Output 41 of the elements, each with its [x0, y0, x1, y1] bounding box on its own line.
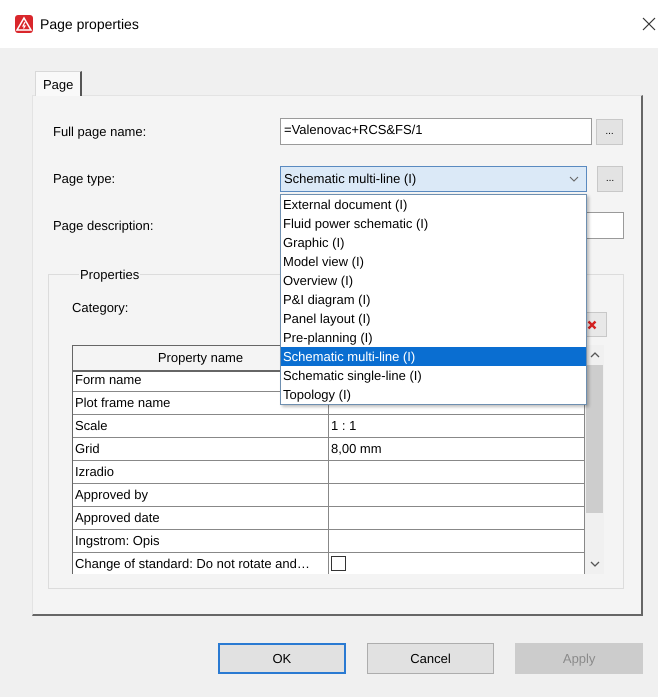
scroll-up-icon[interactable]: [590, 352, 600, 358]
dropdown-option[interactable]: Model view (I): [281, 252, 586, 271]
dropdown-option[interactable]: Graphic (I): [281, 233, 586, 252]
field-label: Full page name:: [52, 124, 148, 139]
table-cell: Scale: [73, 415, 329, 438]
dropdown-option[interactable]: Overview (I): [281, 271, 586, 290]
tab[interactable]: Page: [35, 71, 82, 96]
field-label: Page description:: [52, 218, 154, 233]
browse-button[interactable]: ...: [597, 166, 623, 192]
dialog-button: Apply: [515, 643, 643, 674]
close-icon[interactable]: [642, 17, 656, 31]
table-cell: Grid: [73, 438, 329, 461]
browse-button[interactable]: ...: [596, 118, 623, 144]
group-title: Properties: [79, 267, 140, 282]
dialog-button[interactable]: Cancel: [366, 643, 494, 674]
table-cell: Izradio: [73, 461, 329, 484]
dropdown-option[interactable]: Fluid power schematic (I): [281, 214, 586, 233]
table-cell: Change of standard: Do not rotate and…: [73, 553, 329, 574]
table-cell: Ingstrom: Opis: [73, 530, 329, 553]
dropdown-option[interactable]: Pre-planning (I): [281, 328, 586, 347]
dropdown-option[interactable]: Schematic multi-line (I): [281, 347, 586, 366]
window-title: Page properties: [40, 16, 139, 32]
checkbox[interactable]: [331, 556, 346, 572]
scroll-down-icon[interactable]: [590, 561, 600, 567]
category-label: Category:: [72, 300, 128, 315]
dropdown-option[interactable]: Panel layout (I): [281, 309, 586, 328]
input-field[interactable]: =Valenovac+RCS&FS/1: [280, 118, 592, 145]
warning-icon: [15, 15, 33, 33]
dialog-button[interactable]: OK: [218, 643, 346, 674]
table-cell: 8,00 mm: [329, 438, 585, 461]
table-cell: Approved date: [73, 507, 329, 530]
delete-icon: [587, 320, 597, 330]
table-cell: 1 : 1: [329, 415, 585, 438]
dropdown-field[interactable]: Schematic multi-line (I): [280, 166, 587, 192]
dropdown-option[interactable]: P&I diagram (I): [281, 290, 586, 309]
scrollbar[interactable]: [585, 345, 604, 574]
field-label: Page type:: [52, 171, 116, 186]
table-cell: Approved by: [73, 484, 329, 507]
caret-icon: [569, 176, 579, 182]
dropdown-option[interactable]: External document (I): [281, 195, 586, 214]
scrollbar-thumb[interactable]: [586, 365, 603, 513]
